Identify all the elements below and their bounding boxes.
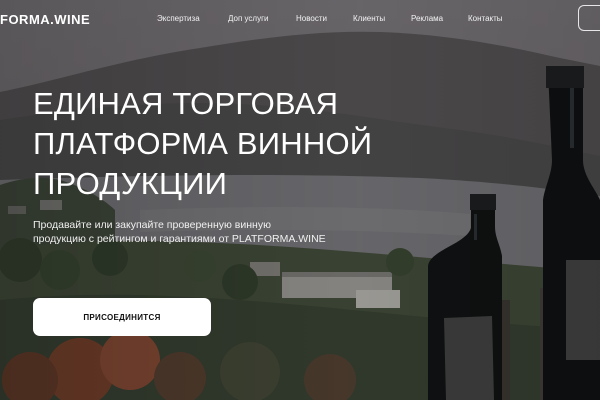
site-logo[interactable]: FORMA.WINE [0, 12, 90, 27]
nav-item-news[interactable]: Новости [296, 14, 327, 23]
nav-item-expertise[interactable]: Экспертиза [157, 14, 200, 23]
hero-subtitle-line: Продавайте или закупайте проверенную вин… [33, 219, 271, 231]
hero-title: ЕДИНАЯ ТОРГОВАЯ ПЛАТФОРМА ВИННОЙ ПРОДУКЦ… [33, 84, 372, 204]
hero-title-line: ПЛАТФОРМА ВИННОЙ [33, 126, 373, 161]
nav-item-contacts[interactable]: Контакты [468, 14, 503, 23]
hero-subtitle: Продавайте или закупайте проверенную вин… [33, 218, 326, 246]
nav-item-advertising[interactable]: Реклама [411, 14, 443, 23]
nav-item-extra-services[interactable]: Доп услуги [228, 14, 268, 23]
nav-item-clients[interactable]: Клиенты [353, 14, 385, 23]
hero-subtitle-line: продукцию с рейтингом и гарантиями от PL… [33, 233, 326, 245]
hero-title-line: ПРОДУКЦИИ [33, 166, 228, 201]
header-action-button[interactable] [578, 5, 600, 31]
join-button[interactable]: ПРИСОЕДИНИТСЯ [33, 298, 211, 336]
hero-title-line: ЕДИНАЯ ТОРГОВАЯ [33, 86, 339, 121]
hero-section: FORMA.WINE Экспертиза Доп услуги Новости… [0, 0, 600, 400]
